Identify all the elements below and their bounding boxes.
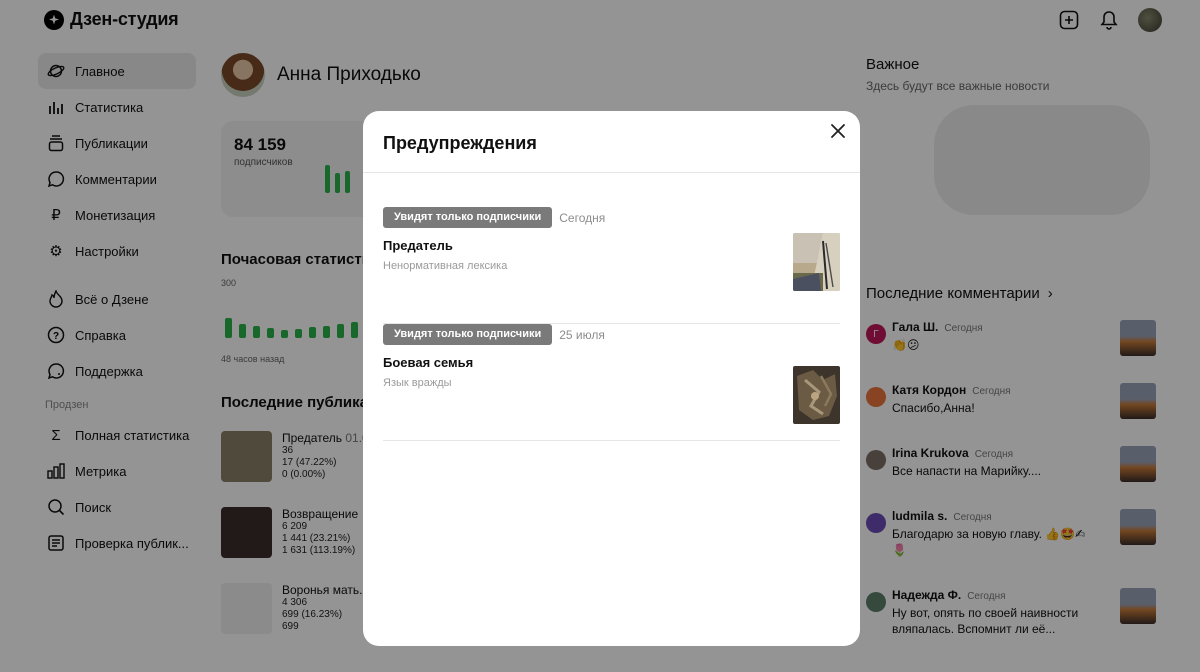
warning-publication-title[interactable]: Боевая семья	[383, 355, 840, 370]
modal-header: Предупреждения	[363, 111, 860, 173]
warning-publication-title[interactable]: Предатель	[383, 238, 840, 253]
visibility-badge: Увидят только подписчики	[383, 324, 553, 345]
warnings-modal: Предупреждения Увидят только подписчики …	[363, 111, 860, 646]
close-button[interactable]	[826, 119, 850, 143]
close-icon	[831, 124, 845, 138]
warning-publication-thumbnail[interactable]	[793, 233, 840, 291]
warning-item[interactable]: Увидят только подписчики Сегодня Предате…	[383, 207, 840, 324]
warning-item[interactable]: Увидят только подписчики 25 июля Боевая …	[383, 324, 840, 441]
warning-reason: Язык вражды	[383, 377, 452, 389]
warnings-list: Увидят только подписчики Сегодня Предате…	[363, 173, 860, 441]
warning-reason: Ненормативная лексика	[383, 260, 508, 272]
modal-title: Предупреждения	[383, 133, 537, 153]
warning-publication-thumbnail[interactable]	[793, 366, 840, 424]
warning-date: 25 июля	[559, 327, 605, 342]
visibility-badge: Увидят только подписчики	[383, 207, 553, 228]
warning-date: Сегодня	[559, 210, 606, 225]
